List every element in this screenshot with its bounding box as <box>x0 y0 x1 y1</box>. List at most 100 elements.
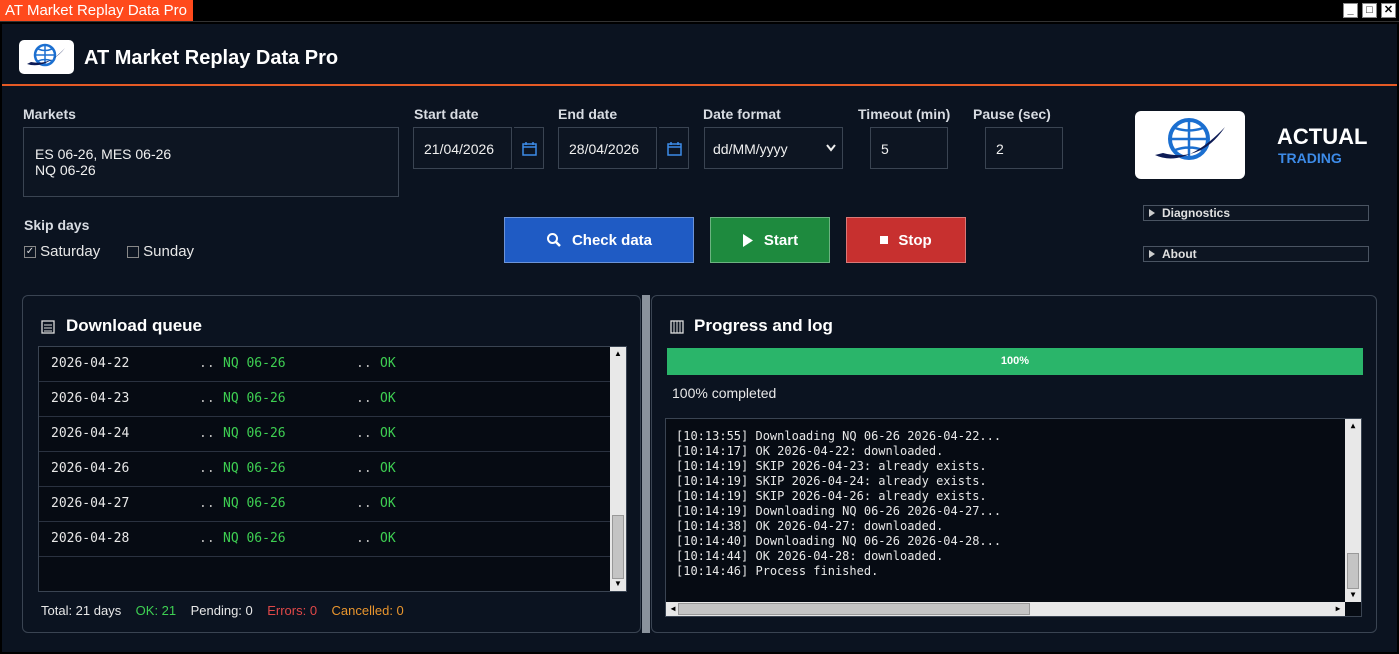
end-date-picker-button[interactable] <box>659 127 689 169</box>
log-horizontal-scrollbar[interactable]: ◀ ▶ <box>666 602 1345 616</box>
log-vertical-scrollbar[interactable]: ▲ ▼ <box>1345 419 1361 602</box>
log-line: [10:14:46] Process finished. <box>676 564 879 578</box>
queue-separator: .. <box>356 426 372 441</box>
queue-scrollbar[interactable]: ▲ ▼ <box>610 347 626 591</box>
queue-market: NQ 06-26 <box>223 531 286 546</box>
queue-separator: .. <box>199 496 215 511</box>
window-title: AT Market Replay Data Pro <box>0 0 194 21</box>
skip-days-label: Skip days <box>24 217 90 233</box>
log-line: [10:14:19] SKIP 2026-04-26: already exis… <box>676 489 987 503</box>
globe-logo-icon <box>27 43 65 67</box>
queue-status: OK <box>380 461 396 476</box>
log-line: [10:14:19] Downloading NQ 06-26 2026-04-… <box>676 504 1002 518</box>
log-line: [10:13:55] Downloading NQ 06-26 2026-04-… <box>676 429 1002 443</box>
brand-logo <box>1135 111 1245 179</box>
sunday-label: Sunday <box>143 243 195 260</box>
start-date-input[interactable]: 21/04/2026 <box>413 127 512 169</box>
queue-separator: .. <box>199 461 215 476</box>
window-titlebar: AT Market Replay Data Pro _ □ ✕ <box>0 0 1399 22</box>
calendar-icon <box>522 142 537 156</box>
scroll-down-icon[interactable]: ▼ <box>1346 588 1360 602</box>
saturday-checkbox[interactable]: ✓ Saturday <box>24 243 100 260</box>
maximize-button[interactable]: □ <box>1362 3 1377 18</box>
summary-ok: OK: 21 <box>135 603 177 618</box>
queue-list[interactable]: 2026-04-22.. NQ 06-26.. OK 2026-04-23.. NQ 0… <box>38 346 627 592</box>
search-icon <box>546 233 561 247</box>
queue-date: 2026-04-24 <box>51 426 130 441</box>
close-button[interactable]: ✕ <box>1381 3 1396 18</box>
stop-button[interactable]: Stop <box>846 217 966 263</box>
queue-row[interactable]: 2026-04-26.. NQ 06-26.. OK <box>39 452 610 487</box>
queue-separator: .. <box>356 391 372 406</box>
about-expander[interactable]: About <box>1143 246 1369 262</box>
list-icon <box>41 320 55 334</box>
globe-logo-icon <box>1155 118 1225 160</box>
progress-status: 100% completed <box>672 385 777 401</box>
expand-triangle-icon <box>1149 250 1155 258</box>
log-columns-icon <box>670 320 684 334</box>
queue-separator: .. <box>356 461 372 476</box>
queue-row[interactable]: 2026-04-27.. NQ 06-26.. OK <box>39 487 610 522</box>
diagnostics-expander[interactable]: Diagnostics <box>1143 205 1369 221</box>
checkmark-icon: ✓ <box>24 246 36 259</box>
brand-name: ACTUAL <box>1277 124 1368 149</box>
queue-scroll-thumb[interactable] <box>612 515 624 579</box>
start-date-label: Start date <box>414 106 479 122</box>
pause-label: Pause (sec) <box>973 106 1051 122</box>
queue-status: OK <box>380 426 396 441</box>
end-date-input[interactable]: 28/04/2026 <box>558 127 657 169</box>
play-icon <box>742 233 753 247</box>
scroll-right-icon[interactable]: ▶ <box>1331 602 1345 616</box>
start-label: Start <box>763 231 799 249</box>
start-button[interactable]: Start <box>710 217 830 263</box>
check-data-button[interactable]: Check data <box>504 217 694 263</box>
queue-row[interactable]: 2026-04-23.. NQ 06-26.. OK <box>39 382 610 417</box>
calendar-icon <box>667 142 682 156</box>
queue-market: NQ 06-26 <box>223 391 286 406</box>
sunday-checkbox[interactable]: Sunday <box>127 243 194 260</box>
log-line: [10:14:19] SKIP 2026-04-24: already exis… <box>676 474 987 488</box>
queue-market: NQ 06-26 <box>223 426 286 441</box>
scroll-up-icon[interactable]: ▲ <box>1346 419 1360 433</box>
queue-row[interactable]: 2026-04-22.. NQ 06-26.. OK <box>39 347 610 382</box>
summary-cancelled: Cancelled: 0 <box>331 603 404 618</box>
app-header: AT Market Replay Data Pro <box>2 24 1397 86</box>
diagnostics-label: Diagnostics <box>1162 206 1231 220</box>
stop-label: Stop <box>898 231 932 249</box>
queue-row[interactable]: 2026-04-24.. NQ 06-26.. OK <box>39 417 610 452</box>
log-line: [10:14:38] OK 2026-04-27: downloaded. <box>676 519 944 533</box>
date-format-select[interactable]: dd/MM/yyyy <box>704 127 843 169</box>
minimize-button[interactable]: _ <box>1343 3 1358 18</box>
panel-splitter[interactable] <box>642 295 650 633</box>
app-title: AT Market Replay Data Pro <box>84 47 339 69</box>
queue-market: NQ 06-26 <box>223 496 286 511</box>
queue-separator: .. <box>199 531 215 546</box>
queue-date: 2026-04-22 <box>51 356 130 371</box>
queue-separator: .. <box>199 391 215 406</box>
markets-input[interactable]: ES 06-26, MES 06-26 NQ 06-26 <box>23 127 399 197</box>
summary-errors: Errors: 0 <box>267 603 318 618</box>
brand-subname: TRADING <box>1278 150 1342 166</box>
scroll-down-icon[interactable]: ▼ <box>611 577 625 591</box>
download-queue-panel: Download queue 2026-04-22.. NQ 06-26.. OK 2… <box>22 295 641 633</box>
chevron-down-icon <box>826 144 836 152</box>
queue-separator: .. <box>199 426 215 441</box>
queue-title: Download queue <box>66 316 202 335</box>
log-scroll-thumb[interactable] <box>1347 553 1359 589</box>
about-label: About <box>1162 247 1197 261</box>
queue-date: 2026-04-23 <box>51 391 130 406</box>
progress-panel: Progress and log 100% 100% completed [10… <box>651 295 1377 633</box>
queue-separator: .. <box>356 531 372 546</box>
log-hscroll-thumb[interactable] <box>678 603 1030 615</box>
pause-input[interactable]: 2 <box>985 127 1063 169</box>
scroll-up-icon[interactable]: ▲ <box>611 347 625 361</box>
queue-row[interactable]: 2026-04-28.. NQ 06-26.. OK <box>39 522 610 557</box>
queue-status: OK <box>380 356 396 371</box>
progress-title: Progress and log <box>694 316 833 335</box>
markets-label: Markets <box>23 106 76 122</box>
timeout-input[interactable]: 5 <box>870 127 948 169</box>
start-date-picker-button[interactable] <box>514 127 544 169</box>
queue-status: OK <box>380 531 396 546</box>
queue-date: 2026-04-28 <box>51 531 130 546</box>
log-output[interactable]: [10:13:55] Downloading NQ 06-26 2026-04-… <box>665 418 1362 617</box>
